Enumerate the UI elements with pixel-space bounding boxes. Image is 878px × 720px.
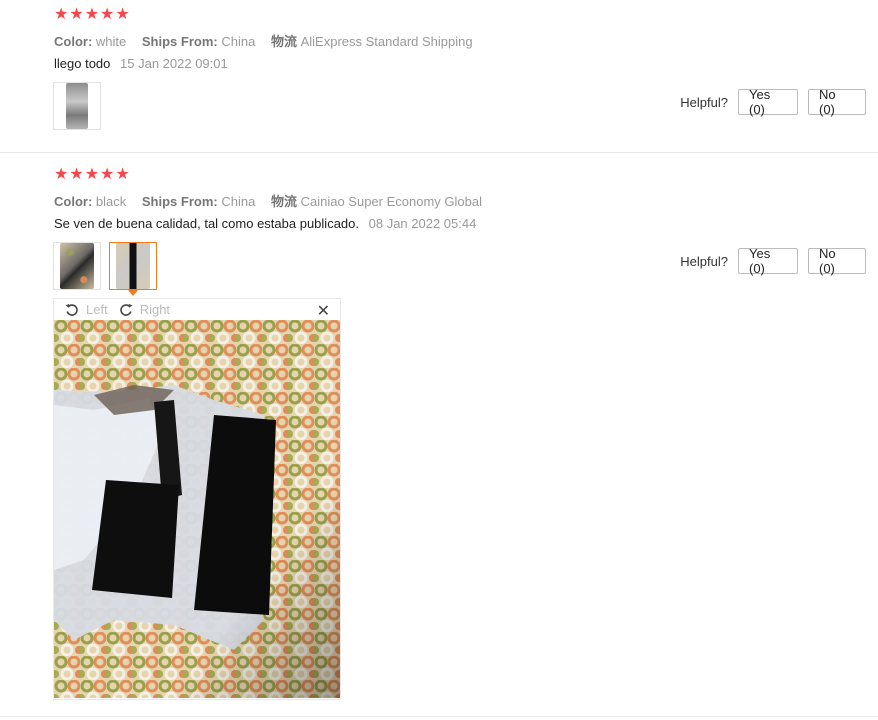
star-icon: ★ (54, 166, 69, 183)
review-photo-thumbnail-selected[interactable] (109, 242, 157, 296)
photo-viewer-toolbar: Left Right ✕ (54, 299, 340, 320)
review-thumbnails (53, 242, 157, 296)
star-icon: ★ (115, 166, 130, 183)
review-date: 08 Jan 2022 05:44 (368, 216, 477, 231)
review-date: 15 Jan 2022 09:01 (120, 56, 228, 71)
photo-image (60, 243, 94, 289)
photo-viewer: Left Right ✕ (53, 298, 341, 700)
review-text: llego todo (54, 56, 111, 71)
helpful-no-button[interactable]: No (0) (808, 246, 866, 276)
review-meta: Color: white Ships From: China 物流 AliExp… (54, 31, 485, 50)
color-value: white (95, 34, 127, 49)
color-key: Color: (54, 34, 93, 49)
rotate-right-button[interactable]: Right (118, 302, 170, 318)
logistics-value: Cainiao Super Economy Global (300, 194, 482, 209)
rotate-right-icon (119, 303, 133, 316)
rotate-left-button[interactable]: Left (64, 302, 108, 318)
ships-from-key: Ships From: (141, 194, 218, 209)
rotate-right-label: Right (139, 302, 171, 317)
star-icon: ★ (100, 6, 115, 23)
helpful-label: Helpful? (680, 94, 728, 110)
review-photo-thumbnail[interactable] (53, 242, 101, 290)
star-rating: ★ ★ ★ ★ ★ (54, 167, 130, 183)
logistics-key: 物流 (270, 34, 297, 49)
rotate-left-icon (65, 303, 78, 316)
helpful-vote: Helpful? Yes (0) No (0) (680, 246, 866, 276)
close-icon[interactable]: ✕ (317, 301, 330, 321)
star-icon: ★ (100, 166, 115, 183)
review-meta: Color: black Ships From: China 物流 Cainia… (54, 191, 494, 210)
color-value: black (95, 194, 127, 209)
color-key: Color: (54, 194, 93, 209)
review-item: ★ ★ ★ ★ ★ Color: white Ships From: China… (0, 0, 878, 153)
star-icon: ★ (69, 166, 84, 183)
ships-from-value: China (221, 194, 256, 209)
review-body: llego todo 15 Jan 2022 09:01 (54, 56, 228, 71)
review-item: ★ ★ ★ ★ ★ Color: black Ships From: China… (0, 153, 878, 717)
logistics-key: 物流 (270, 194, 297, 209)
helpful-vote: Helpful? Yes (0) No (0) (680, 87, 866, 117)
rotate-left-label: Left (86, 302, 108, 317)
star-icon: ★ (69, 6, 84, 23)
helpful-label: Helpful? (680, 253, 728, 269)
star-icon: ★ (115, 6, 130, 23)
ships-from-key: Ships From: (141, 34, 218, 49)
helpful-yes-button[interactable]: Yes (0) (738, 87, 798, 117)
review-text: Se ven de buena calidad, tal como estaba… (54, 216, 359, 231)
photo-image (66, 83, 88, 129)
star-icon: ★ (84, 6, 100, 23)
ships-from-value: China (221, 34, 256, 49)
star-icon: ★ (84, 166, 100, 183)
helpful-yes-button[interactable]: Yes (0) (738, 246, 798, 276)
review-body: Se ven de buena calidad, tal como estaba… (54, 216, 476, 231)
review-thumbnails (53, 82, 101, 130)
star-rating: ★ ★ ★ ★ ★ (54, 7, 130, 23)
review-photo-large (54, 320, 340, 698)
helpful-no-button[interactable]: No (0) (808, 87, 866, 117)
review-photo-thumbnail[interactable] (53, 82, 101, 130)
photo-image (116, 243, 150, 289)
logistics-value: AliExpress Standard Shipping (300, 34, 473, 49)
star-icon: ★ (54, 6, 69, 23)
